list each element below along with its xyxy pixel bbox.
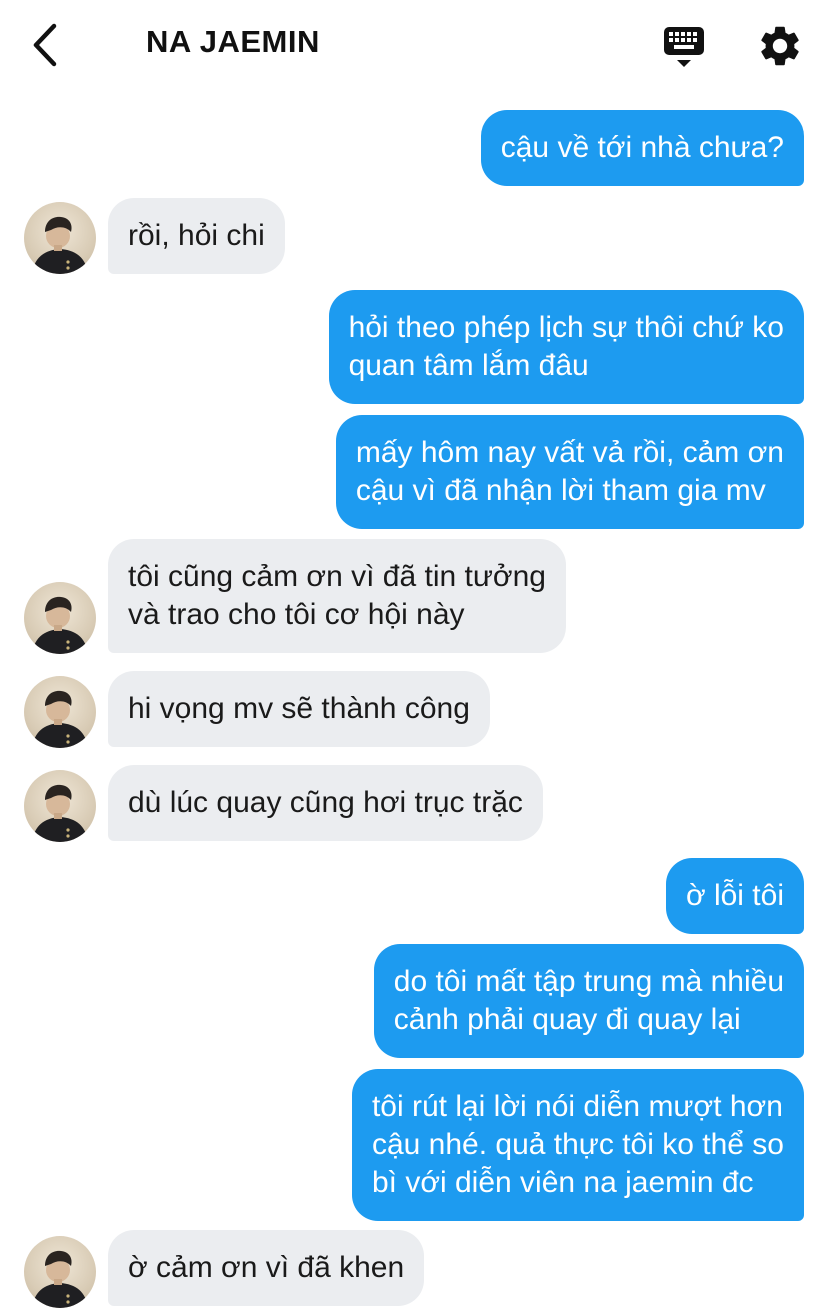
- message-bubble-outgoing[interactable]: ờ lỗi tôi: [665, 858, 804, 934]
- back-button[interactable]: [26, 22, 66, 68]
- gear-icon: [761, 26, 799, 66]
- avatar[interactable]: [24, 676, 96, 748]
- message-bubble-outgoing[interactable]: cậu về tới nhà chưa?: [480, 110, 804, 186]
- message-bubble-outgoing[interactable]: tôi rút lại lời nói diễn mượt hơn cậu nh…: [351, 1069, 804, 1221]
- keyboard-button[interactable]: [660, 24, 708, 70]
- keyboard-icon: [664, 27, 704, 67]
- avatar[interactable]: [24, 202, 96, 274]
- message-bubble-outgoing[interactable]: mấy hôm nay vất vả rồi, cảm ơn cậu vì đã…: [335, 415, 804, 529]
- avatar-photo-icon: [32, 596, 88, 654]
- avatar[interactable]: [24, 1236, 96, 1308]
- message-bubble-incoming[interactable]: tôi cũng cảm ơn vì đã tin tưởng và trao …: [108, 539, 566, 653]
- avatar-photo-icon: [32, 690, 88, 748]
- avatar[interactable]: [24, 582, 96, 654]
- message-bubble-outgoing[interactable]: hỏi theo phép lịch sự thôi chứ ko quan t…: [328, 290, 804, 404]
- message-bubble-incoming[interactable]: hi vọng mv sẽ thành công: [108, 671, 490, 747]
- message-bubble-incoming[interactable]: dù lúc quay cũng hơi trục trặc: [108, 765, 543, 841]
- avatar-photo-icon: [32, 1250, 88, 1308]
- message-bubble-outgoing[interactable]: do tôi mất tập trung mà nhiều cảnh phải …: [373, 944, 804, 1058]
- message-bubble-incoming[interactable]: rồi, hỏi chi: [108, 198, 285, 274]
- message-bubble-incoming[interactable]: ờ cảm ơn vì đã khen: [108, 1230, 425, 1306]
- avatar-photo-icon: [32, 216, 88, 274]
- chat-header: NA JAEMIN: [0, 0, 828, 92]
- chevron-left-icon: [33, 23, 57, 67]
- avatar-photo-icon: [32, 784, 88, 842]
- chat-title: NA JAEMIN: [146, 24, 320, 59]
- avatar[interactable]: [24, 770, 96, 842]
- settings-button[interactable]: [756, 22, 804, 70]
